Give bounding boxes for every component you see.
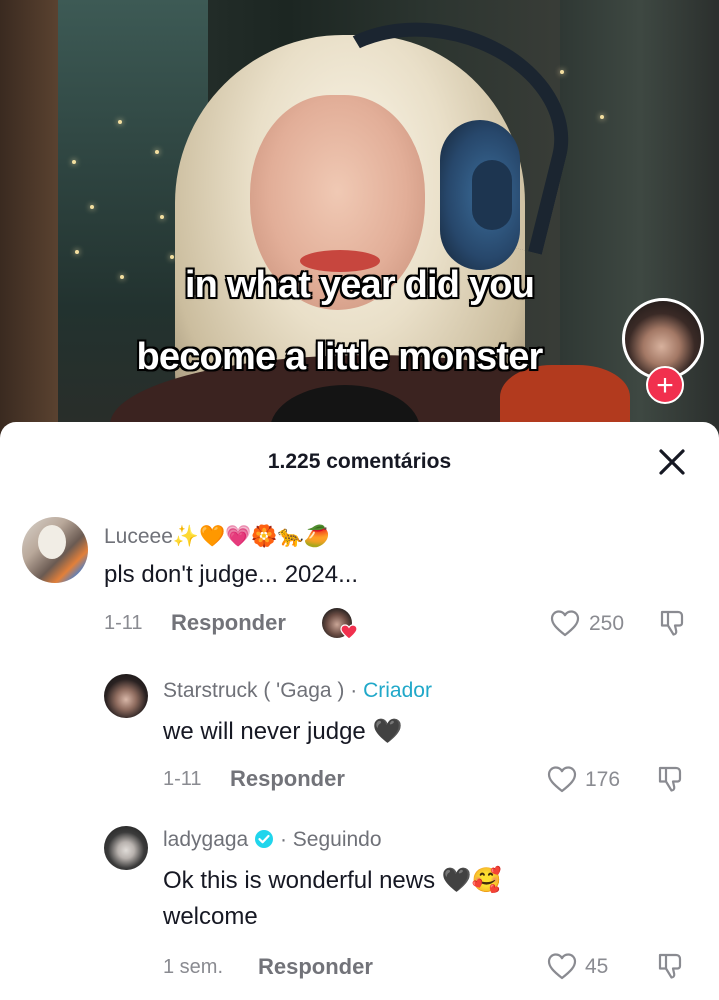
- dislike-icon[interactable]: [655, 764, 685, 794]
- like-heart-icon[interactable]: [546, 951, 578, 981]
- black-heart-emoji: 🖤: [372, 717, 403, 745]
- avatar[interactable]: [104, 674, 148, 718]
- comments-count-title: 1.225 comentários: [267, 450, 452, 473]
- comment-username[interactable]: Luceee✨🧡💗🏵️🐆🥭: [104, 524, 330, 549]
- dislike-icon[interactable]: [657, 608, 687, 638]
- comment-text: pls don't judge... 2024...: [104, 561, 359, 588]
- close-icon[interactable]: [655, 445, 689, 479]
- like-heart-icon[interactable]: [546, 764, 578, 794]
- comment-username[interactable]: ladygaga · Seguindo: [163, 828, 382, 852]
- video-caption-line-1: in what year did you: [184, 264, 536, 306]
- reply-button[interactable]: Responder: [230, 766, 345, 792]
- comment-time: 1-11: [163, 768, 202, 790]
- like-heart-icon[interactable]: [549, 608, 581, 638]
- avatar[interactable]: [22, 517, 88, 583]
- heart-emojis: 🖤🥰: [441, 866, 502, 894]
- dislike-icon[interactable]: [655, 951, 685, 981]
- like-count: 176: [585, 768, 621, 791]
- headphones-logo: [472, 160, 512, 230]
- verified-badge-icon: [255, 830, 274, 848]
- username-emojis: ✨🧡💗🏵️🐆🥭: [172, 524, 330, 548]
- video-player[interactable]: in what year did you become a little mon…: [0, 0, 719, 440]
- creator-tag: Criador: [363, 679, 432, 702]
- comments-sheet: 1.225 comentários Luceee✨🧡💗🏵️🐆🥭 pls don'…: [0, 422, 719, 1000]
- comment-time: 1-11: [104, 612, 143, 634]
- comment-username[interactable]: Starstruck ( 'Gaga ) · Criador: [163, 679, 432, 703]
- like-count: 45: [585, 955, 609, 978]
- comment-time: 1 sem.: [163, 956, 224, 978]
- comment-text-line-2: welcome: [163, 903, 258, 930]
- reply-button[interactable]: Responder: [171, 610, 286, 636]
- follow-button[interactable]: +: [646, 366, 684, 404]
- comment-text: we will never judge 🖤: [163, 717, 403, 745]
- following-tag: Seguindo: [292, 828, 382, 851]
- comment-text: Ok this is wonderful news 🖤🥰: [163, 866, 502, 894]
- plus-icon: +: [656, 369, 674, 402]
- avatar[interactable]: [104, 826, 148, 870]
- like-count: 250: [589, 612, 625, 635]
- reply-button[interactable]: Responder: [258, 954, 373, 980]
- heart-icon: [340, 624, 358, 640]
- video-caption-line-2: become a little monster: [135, 336, 544, 378]
